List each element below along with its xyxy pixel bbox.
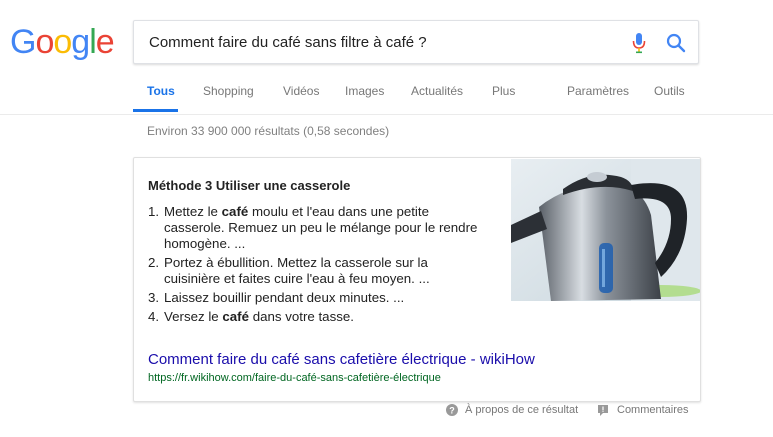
step-number: 4.	[148, 309, 160, 324]
logo-letter: g	[71, 23, 90, 61]
feedback-link[interactable]: Commentaires	[617, 404, 689, 416]
tab-tous[interactable]: Tous	[147, 84, 175, 98]
search-input[interactable]: Comment faire du café sans filtre à café…	[149, 34, 427, 51]
search-tabs: Tous Shopping Vidéos Images Actualités P…	[0, 84, 773, 114]
result-url: https://fr.wikihow.com/faire-du-café-san…	[148, 372, 441, 384]
search-icon[interactable]	[664, 31, 688, 55]
header-divider	[0, 114, 773, 115]
feedback-icon[interactable]	[597, 404, 609, 416]
step-text: Versez le café dans votre tasse.	[164, 309, 354, 324]
logo-letter: G	[10, 23, 36, 61]
snippet-steps: 1. Mettez le café moulu et l'eau dans un…	[148, 204, 478, 328]
list-item: 2. Portez à ébullition. Mettez la casser…	[148, 255, 478, 287]
tab-outils[interactable]: Outils	[654, 84, 685, 98]
result-stats: Environ 33 900 000 résultats (0,58 secon…	[147, 124, 390, 138]
help-icon[interactable]: ?	[446, 404, 458, 416]
tab-images[interactable]: Images	[345, 84, 384, 98]
tab-plus[interactable]: Plus	[492, 84, 515, 98]
microphone-icon[interactable]	[631, 31, 647, 55]
logo-letter: o	[53, 23, 72, 61]
step-number: 2.	[148, 255, 160, 270]
snippet-title: Méthode 3 Utiliser une casserole	[148, 178, 351, 193]
tab-shopping[interactable]: Shopping	[203, 84, 254, 98]
kettle-image[interactable]	[511, 159, 701, 301]
tab-videos[interactable]: Vidéos	[283, 84, 319, 98]
search-box[interactable]: Comment faire du café sans filtre à café…	[133, 20, 699, 64]
step-number: 1.	[148, 204, 160, 219]
step-number: 3.	[148, 290, 160, 305]
list-item: 4. Versez le café dans votre tasse.	[148, 309, 478, 325]
list-item: 1. Mettez le café moulu et l'eau dans un…	[148, 204, 478, 252]
result-title-link[interactable]: Comment faire du café sans cafetière éle…	[148, 351, 535, 368]
step-text: Portez à ébullition. Mettez la casserole…	[164, 255, 430, 286]
tab-actualites[interactable]: Actualités	[411, 84, 463, 98]
step-text: Mettez le café moulu et l'eau dans une p…	[164, 204, 478, 251]
logo-letter: e	[95, 23, 115, 61]
about-result-link[interactable]: À propos de ce résultat	[465, 404, 578, 416]
featured-snippet: Méthode 3 Utiliser une casserole 1. Mett…	[133, 157, 701, 402]
logo-letter: o	[35, 23, 54, 61]
svg-text:?: ?	[449, 406, 455, 416]
google-logo[interactable]: Google	[10, 22, 115, 62]
active-tab-indicator	[133, 109, 178, 112]
tab-parametres[interactable]: Paramètres	[567, 84, 629, 98]
step-text: Laissez bouillir pendant deux minutes. .…	[164, 290, 405, 305]
list-item: 3. Laissez bouillir pendant deux minutes…	[148, 290, 478, 306]
